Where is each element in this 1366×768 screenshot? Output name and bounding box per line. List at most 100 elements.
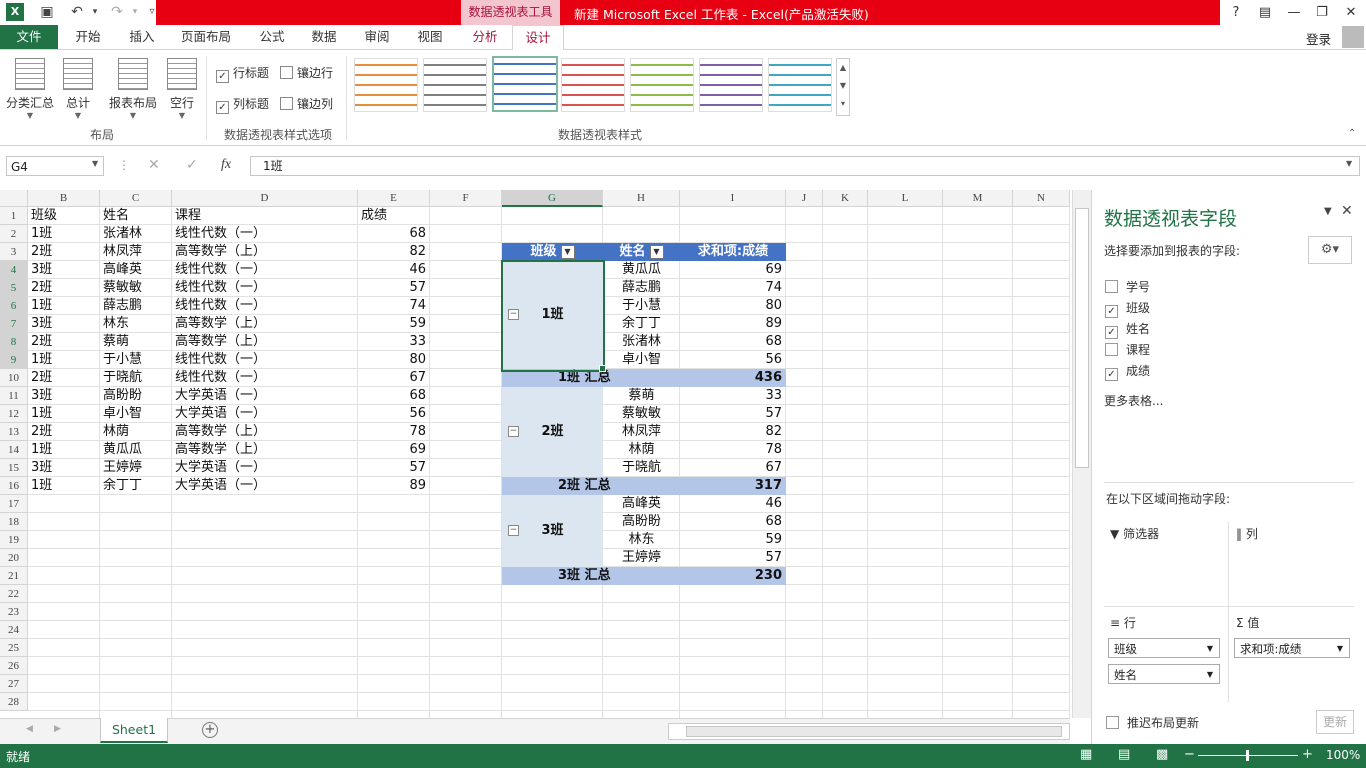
source-cell[interactable]: 王婷婷 — [103, 459, 142, 477]
pivot-name-cell[interactable]: 蔡萌 — [603, 387, 680, 405]
field-checkbox[interactable]: ✓ 成绩 — [1105, 362, 1150, 381]
pivot-value-cell[interactable]: 68 — [680, 333, 782, 351]
source-cell[interactable]: 1班 — [31, 441, 52, 459]
report-layout-button[interactable]: 报表布局 ▼ — [106, 58, 160, 120]
source-header-cell[interactable]: 课程 — [175, 207, 201, 225]
banded-rows-checkbox[interactable]: 镶边行 — [280, 64, 333, 81]
chevron-down-icon[interactable]: ▼ — [92, 159, 98, 168]
source-cell[interactable]: 线性代数（一） — [175, 351, 266, 369]
row-headers-checkbox[interactable]: ✓ 行标题 — [216, 64, 269, 83]
source-cell[interactable]: 于小慧 — [103, 351, 142, 369]
gear-icon[interactable]: ⚙▾ — [1308, 236, 1352, 264]
source-cell[interactable]: 78 — [358, 423, 426, 441]
login-link[interactable]: 登录 — [1306, 29, 1331, 48]
row-header[interactable]: 23 — [0, 603, 28, 621]
column-header-b[interactable]: B — [28, 190, 100, 207]
pivot-header-class[interactable]: 班级 ▼ — [502, 243, 603, 261]
row-header[interactable]: 17 — [0, 495, 28, 513]
column-header-e[interactable]: E — [358, 190, 430, 207]
pivot-value-cell[interactable]: 74 — [680, 279, 782, 297]
zoom-slider-handle[interactable] — [1246, 750, 1249, 761]
source-cell[interactable]: 57 — [358, 459, 426, 477]
row-header[interactable]: 13 — [0, 423, 28, 441]
pivot-header-name[interactable]: 姓名 ▼ — [603, 243, 680, 261]
source-cell[interactable]: 林东 — [103, 315, 129, 333]
source-cell[interactable]: 3班 — [31, 387, 52, 405]
source-cell[interactable]: 张渚林 — [103, 225, 142, 243]
pivot-subtotal-value[interactable]: 317 — [680, 477, 782, 495]
source-cell[interactable]: 2班 — [31, 369, 52, 387]
column-header-i[interactable]: I — [680, 190, 786, 207]
horizontal-scroll-thumb[interactable] — [686, 726, 1062, 737]
pivot-style-thumb[interactable] — [492, 56, 558, 112]
add-sheet-button[interactable]: + — [202, 722, 218, 738]
source-cell[interactable]: 80 — [358, 351, 426, 369]
pivot-name-cell[interactable]: 林东 — [603, 531, 680, 549]
column-header-l[interactable]: L — [868, 190, 943, 207]
source-cell[interactable]: 69 — [358, 441, 426, 459]
fill-handle[interactable] — [599, 365, 606, 372]
row-header[interactable]: 8 — [0, 333, 28, 351]
source-cell[interactable]: 2班 — [31, 423, 52, 441]
source-cell[interactable]: 林荫 — [103, 423, 129, 441]
pivot-value-cell[interactable]: 68 — [680, 513, 782, 531]
source-cell[interactable]: 3班 — [31, 459, 52, 477]
tab-insert[interactable]: 插入 — [120, 25, 164, 49]
pivot-name-cell[interactable]: 于小慧 — [603, 297, 680, 315]
source-cell[interactable]: 1班 — [31, 297, 52, 315]
confirm-icon[interactable]: ✓ — [186, 157, 198, 173]
page-layout-view-icon[interactable]: ▤ — [1118, 747, 1130, 762]
close-icon[interactable]: ✕ — [1337, 0, 1365, 25]
redo-dropdown-icon[interactable]: ▾ — [126, 3, 144, 21]
row-header[interactable]: 10 — [0, 369, 28, 387]
pivot-style-thumb[interactable] — [699, 58, 763, 112]
source-cell[interactable]: 大学英语（一） — [175, 387, 266, 405]
pivot-style-thumb[interactable] — [423, 58, 487, 112]
blank-rows-button[interactable]: 空行 ▼ — [164, 58, 200, 120]
tab-review[interactable]: 审阅 — [355, 25, 399, 49]
row-header[interactable]: 28 — [0, 693, 28, 711]
column-header-n[interactable]: N — [1013, 190, 1070, 207]
filter-dropdown-icon[interactable]: ▼ — [560, 245, 575, 259]
tab-home[interactable]: 开始 — [66, 25, 110, 49]
row-header[interactable]: 14 — [0, 441, 28, 459]
restore-icon[interactable]: ❐ — [1308, 0, 1336, 25]
source-cell[interactable]: 67 — [358, 369, 426, 387]
value-field-chip[interactable]: 求和项:成绩 ▼ — [1234, 638, 1350, 658]
cancel-icon[interactable]: ✕ — [148, 157, 160, 173]
source-cell[interactable]: 大学英语（一） — [175, 459, 266, 477]
collapse-ribbon-icon[interactable]: ⌃ — [1348, 128, 1356, 139]
minimize-icon[interactable]: — — [1280, 0, 1308, 25]
sheet-tab-sheet1[interactable]: Sheet1 — [100, 718, 168, 743]
next-sheet-icon[interactable]: ▶ — [54, 724, 61, 734]
source-cell[interactable]: 大学英语（一） — [175, 405, 266, 423]
col-headers-checkbox[interactable]: ✓ 列标题 — [216, 95, 269, 114]
row-header[interactable]: 7 — [0, 315, 28, 333]
banded-cols-checkbox[interactable]: 镶边列 — [280, 95, 333, 112]
column-header-c[interactable]: C — [100, 190, 172, 207]
source-cell[interactable]: 高盼盼 — [103, 387, 142, 405]
insert-function-icon[interactable]: fx — [221, 157, 231, 173]
column-header-g[interactable]: G — [502, 190, 603, 207]
columns-area[interactable]: ‖ 列 — [1236, 525, 1258, 542]
source-cell[interactable]: 于晓航 — [103, 369, 142, 387]
source-cell[interactable]: 59 — [358, 315, 426, 333]
pivot-name-cell[interactable]: 于晓航 — [603, 459, 680, 477]
source-cell[interactable]: 89 — [358, 477, 426, 495]
more-tables-link[interactable]: 更多表格... — [1104, 392, 1163, 409]
source-header-cell[interactable]: 姓名 — [103, 207, 129, 225]
source-cell[interactable]: 74 — [358, 297, 426, 315]
normal-view-icon[interactable]: ▦ — [1080, 747, 1092, 762]
source-cell[interactable]: 46 — [358, 261, 426, 279]
source-cell[interactable]: 2班 — [31, 279, 52, 297]
source-cell[interactable]: 蔡萌 — [103, 333, 129, 351]
source-cell[interactable]: 卓小智 — [103, 405, 142, 423]
pivot-subtotal-value[interactable]: 230 — [680, 567, 782, 585]
column-header-j[interactable]: J — [786, 190, 823, 207]
pivot-name-cell[interactable]: 卓小智 — [603, 351, 680, 369]
close-pane-icon[interactable]: ✕ — [1341, 203, 1353, 219]
pivot-value-cell[interactable]: 57 — [680, 405, 782, 423]
page-break-view-icon[interactable]: ▩ — [1156, 747, 1168, 762]
pivot-value-cell[interactable]: 57 — [680, 549, 782, 567]
pivot-value-cell[interactable]: 89 — [680, 315, 782, 333]
